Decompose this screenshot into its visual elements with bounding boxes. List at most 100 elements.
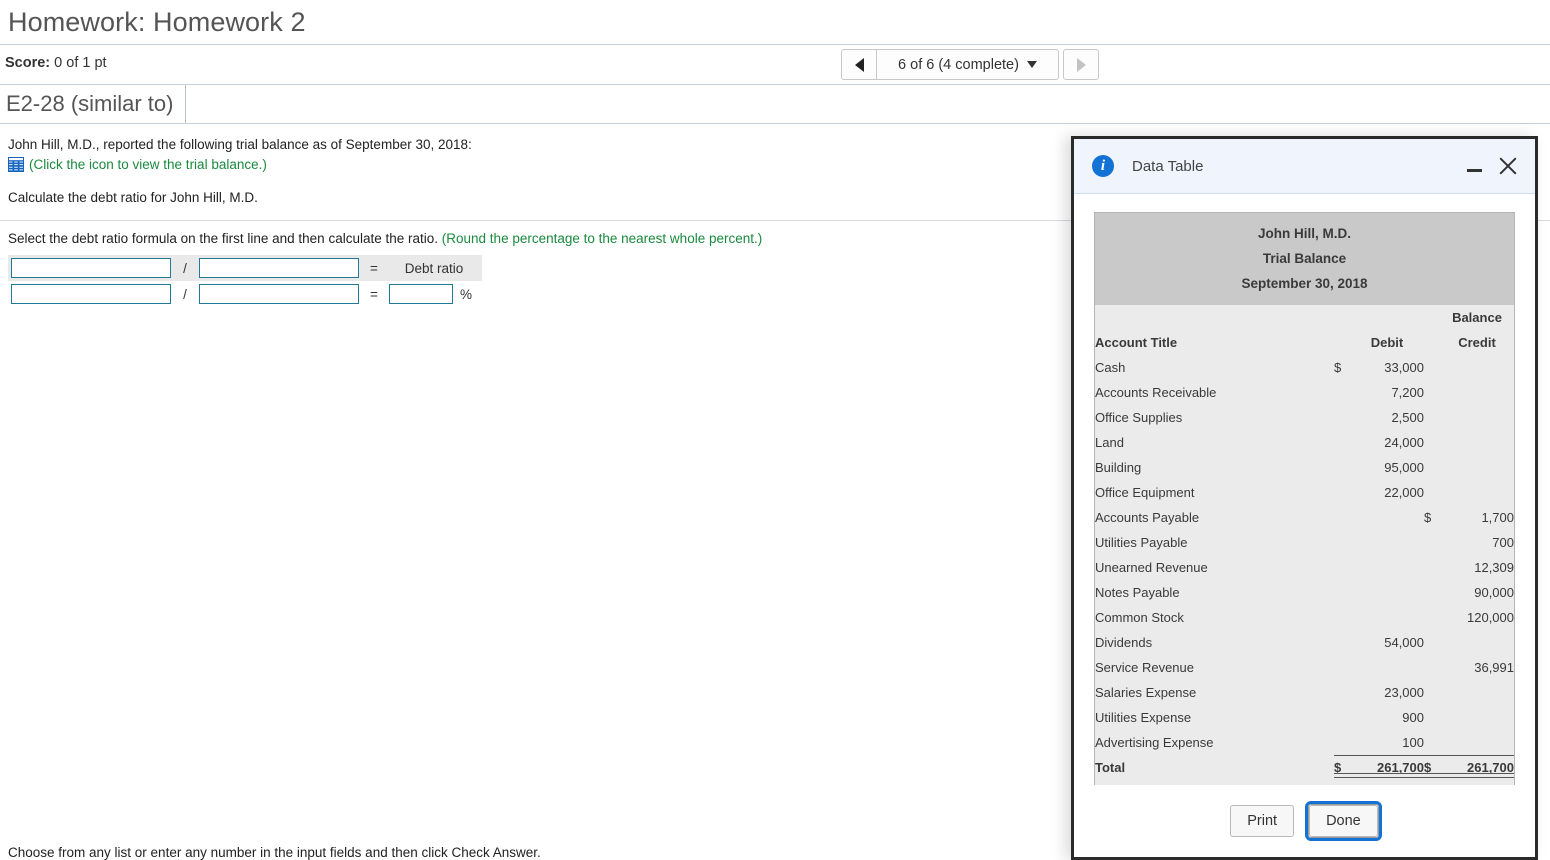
tb-account-title: Unearned Revenue <box>1095 560 1208 575</box>
tb-debit-sign: $ <box>1334 360 1342 375</box>
table-row: Office Supplies 2,500 <box>1095 405 1514 430</box>
grid-table-icon[interactable] <box>8 157 24 172</box>
tb-account-title: Accounts Payable <box>1095 510 1200 525</box>
tb-statement: Trial Balance <box>1262 251 1347 266</box>
tb-credit-value: 700 <box>1492 535 1514 550</box>
tb-credit-sign <box>1424 655 1440 680</box>
tb-balance-header: Balance <box>1452 310 1502 325</box>
score-bar: Score: 0 of 1 pt <box>0 45 1550 84</box>
tb-debit-value <box>1350 530 1424 555</box>
value-numerator-input[interactable] <box>11 284 171 304</box>
tb-debit-value: 95,000 <box>1384 460 1424 475</box>
tb-account-title: Notes Payable <box>1095 585 1180 600</box>
trial-balance-frame: John Hill, M.D. Trial Balance September … <box>1094 212 1515 785</box>
tb-account-title: Dividends <box>1095 635 1153 650</box>
tb-account-title: Building <box>1095 460 1142 475</box>
tb-debit-value <box>1350 605 1424 630</box>
question-select-label: 6 of 6 (4 complete) <box>898 56 1019 73</box>
formula-denominator-cell <box>196 258 362 278</box>
table-row: Unearned Revenue 12,309 <box>1095 555 1514 580</box>
tb-debit-value: 7,200 <box>1391 385 1424 400</box>
tb-credit-sign <box>1424 580 1440 605</box>
close-icon[interactable] <box>1495 153 1521 179</box>
tb-debit-value: 33,000 <box>1384 360 1424 375</box>
prev-question-button[interactable] <box>841 49 877 80</box>
question-select[interactable]: 6 of 6 (4 complete) <box>877 49 1059 80</box>
tb-account-title: Advertising Expense <box>1095 735 1214 750</box>
tb-debit-sign <box>1334 530 1350 555</box>
tb-credit-value <box>1440 380 1514 405</box>
tb-debit-sign <box>1334 430 1350 455</box>
table-row: Advertising Expense 100 <box>1095 730 1514 756</box>
done-button[interactable]: Done <box>1309 805 1378 837</box>
tb-debit-sign <box>1334 580 1350 605</box>
table-row: Notes Payable 90,000 <box>1095 580 1514 605</box>
tb-debit-value <box>1350 580 1424 605</box>
table-row: Accounts Payable $1,700 <box>1095 505 1514 530</box>
tb-credit-value: 36,991 <box>1474 660 1514 675</box>
tab-exercise[interactable]: E2-28 (similar to) <box>0 85 187 123</box>
tb-account-title: Utilities Payable <box>1095 535 1188 550</box>
dialog-title: Data Table <box>1132 157 1204 175</box>
value-result-cell <box>386 284 453 304</box>
value-denominator-input[interactable] <box>199 284 359 304</box>
value-divider-symbol: / <box>183 286 187 302</box>
formula-divider-symbol: / <box>183 260 187 276</box>
tb-credit-sign <box>1424 705 1440 730</box>
value-equals-symbol: = <box>370 286 378 302</box>
tb-debit-sign <box>1334 480 1350 505</box>
answer-instruction-main: Select the debt ratio formula on the fir… <box>8 231 439 246</box>
tb-col-debit: Debit <box>1370 335 1404 350</box>
tb-total-credit-sign: $ <box>1424 755 1440 780</box>
bottom-instruction: Choose from any list or enter any number… <box>8 845 541 860</box>
next-question-button[interactable] <box>1063 49 1099 80</box>
answer-instruction-note: (Round the percentage to the nearest who… <box>441 231 763 246</box>
tb-credit-sign <box>1424 380 1440 405</box>
minimize-icon[interactable] <box>1463 155 1485 177</box>
caret-down-icon <box>1026 61 1037 68</box>
table-row: Salaries Expense 23,000 <box>1095 680 1514 705</box>
table-row: Common Stock 120,000 <box>1095 605 1514 630</box>
tb-account-title: Cash <box>1095 360 1126 375</box>
trial-balance-link[interactable]: (Click the icon to view the trial balanc… <box>29 157 267 172</box>
value-result-input[interactable] <box>389 284 453 304</box>
formula-result-label: Debt ratio <box>404 260 464 276</box>
tb-account-title: Land <box>1095 435 1124 450</box>
tb-credit-value <box>1440 355 1514 380</box>
question-intro: John Hill, M.D., reported the following … <box>8 137 472 152</box>
tb-debit-value: 2,500 <box>1391 410 1424 425</box>
info-icon: i <box>1092 155 1114 177</box>
tb-debit-value: 23,000 <box>1384 685 1424 700</box>
tb-debit-sign <box>1334 505 1350 530</box>
formula-numerator-cell <box>8 258 174 278</box>
tb-credit-sign <box>1424 530 1440 555</box>
tb-credit-sign <box>1424 405 1440 430</box>
formula-numerator-input[interactable] <box>11 258 171 278</box>
table-row: Office Equipment 22,000 <box>1095 480 1514 505</box>
answer-grid: / = Debt ratio / = % <box>8 255 482 307</box>
tb-debit-sign <box>1334 630 1350 655</box>
tb-credit-value <box>1440 630 1514 655</box>
tb-balance-header-row: Balance <box>1095 305 1514 330</box>
tb-debit-sign <box>1334 455 1350 480</box>
question-pager: 6 of 6 (4 complete) <box>841 49 1099 80</box>
score-label: Score: <box>5 55 51 71</box>
tb-debit-value <box>1350 505 1424 530</box>
trial-balance-heading: John Hill, M.D. Trial Balance September … <box>1095 213 1514 305</box>
formula-denominator-input[interactable] <box>199 258 359 278</box>
trial-balance-table: Balance Account Title Debit Credit Cash $… <box>1095 305 1514 785</box>
data-table-dialog: i Data Table John Hill, M.D. Trial Balan… <box>1071 136 1538 860</box>
dialog-header: i Data Table <box>1074 139 1535 194</box>
tb-credit-sign <box>1424 605 1440 630</box>
answer-instruction: Select the debt ratio formula on the fir… <box>0 231 762 246</box>
tb-credit-value: 1,700 <box>1481 510 1514 525</box>
dialog-body: John Hill, M.D. Trial Balance September … <box>1074 194 1535 785</box>
tb-credit-value <box>1440 430 1514 455</box>
done-button-focus-ring: Done <box>1308 804 1379 838</box>
tb-debit-value: 100 <box>1350 730 1424 756</box>
print-button[interactable]: Print <box>1230 805 1295 837</box>
formula-equals-symbol: = <box>370 260 378 276</box>
tb-credit-sign <box>1424 555 1440 580</box>
table-row: Utilities Payable 700 <box>1095 530 1514 555</box>
tb-total-debit-value: 261,700 <box>1350 755 1424 780</box>
